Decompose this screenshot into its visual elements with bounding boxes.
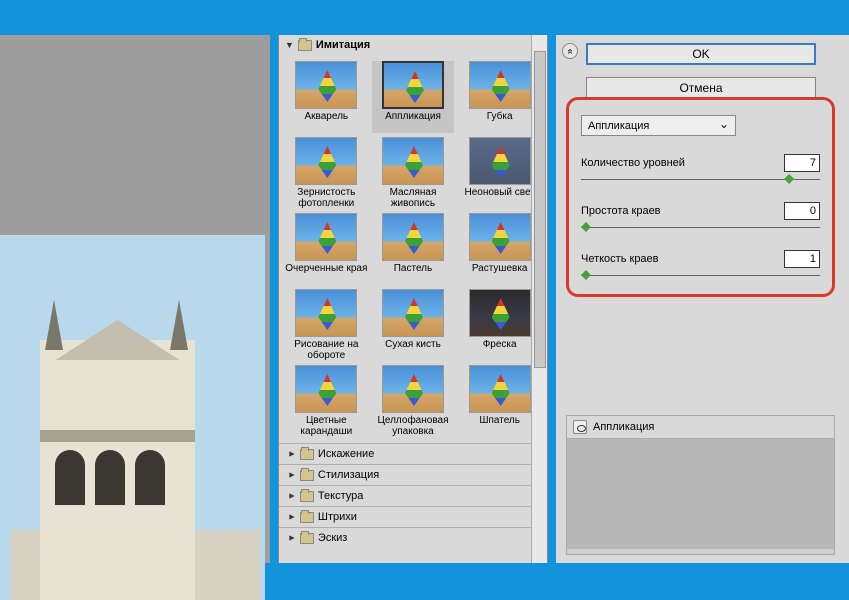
thumb-image [382,365,444,413]
param-slider[interactable] [581,272,820,280]
thumb-image [469,61,531,109]
triangle-right-icon: ▼ [286,534,296,543]
param-slider[interactable] [581,176,820,184]
filter-thumb[interactable]: Шпатель [458,365,541,437]
settings-panel: OK Отмена Аппликация Количество уровней П… [556,35,849,563]
param-input[interactable] [784,154,820,172]
thumb-image [295,137,357,185]
folder-icon [300,533,314,544]
thumb-label: Сухая кисть [372,339,455,361]
category-label: Искажение [318,448,374,460]
folder-icon [298,40,312,51]
thumb-label: Аппликация [372,111,455,133]
thumb-image [382,213,444,261]
category-header-open[interactable]: ▼ Имитация [279,35,547,55]
params-highlight-box: Аппликация Количество уровней Простота кр… [566,97,835,297]
category-row[interactable]: ▼ Искажение [279,443,547,464]
category-row[interactable]: ▼ Эскиз [279,527,547,548]
filter-thumb[interactable]: Рисование на обороте [285,289,368,361]
dropdown-value: Аппликация [588,120,649,132]
thumb-image [382,61,444,109]
folder-icon [300,491,314,502]
thumb-label: Акварель [285,111,368,133]
triangle-right-icon: ▼ [286,450,296,459]
filter-gallery-panel: ▼ Имитация АкварельАппликацияГубка Зернис… [278,35,548,563]
filter-dropdown[interactable]: Аппликация [581,115,736,136]
filter-thumb[interactable]: Масляная живопись [372,137,455,209]
category-label: Стилизация [318,469,379,481]
thumb-image [382,137,444,185]
thumb-label: Целлофановая упаковка [372,415,455,437]
category-row[interactable]: ▼ Штрихи [279,506,547,527]
category-label: Эскиз [318,532,347,544]
param-row: Простота краев [581,202,820,220]
category-label: Штрихи [318,511,357,523]
cancel-button[interactable]: Отмена [586,77,816,99]
thumb-label: Очерченные края [285,263,368,285]
thumb-image [469,365,531,413]
category-label: Текстура [318,490,363,502]
filter-thumb[interactable]: Сухая кисть [372,289,455,361]
filter-thumb[interactable]: Целлофановая упаковка [372,365,455,437]
filter-thumb[interactable]: Губка [458,61,541,133]
category-row[interactable]: ▼ Текстура [279,485,547,506]
folder-icon [300,470,314,481]
workspace-bg [0,35,270,563]
thumb-label: Рисование на обороте [285,339,368,361]
triangle-right-icon: ▼ [286,471,296,480]
scrollbar[interactable] [531,35,547,563]
thumb-label: Шпатель [458,415,541,437]
thumb-image [469,137,531,185]
param-row: Четкость краев [581,250,820,268]
param-label: Количество уровней [581,157,685,169]
thumb-image [295,289,357,337]
thumb-image [469,213,531,261]
effect-name: Аппликация [593,421,654,433]
thumb-label: Губка [458,111,541,133]
thumb-label: Зернистость фотопленки [285,187,368,209]
preview-canvas [0,235,265,600]
triangle-right-icon: ▼ [286,492,296,501]
triangle-down-icon: ▼ [285,40,294,50]
thumb-image [469,289,531,337]
param-row: Количество уровней [581,154,820,172]
thumb-label: Неоновый свет [458,187,541,209]
filter-thumb[interactable]: Растушевка [458,213,541,285]
thumb-label: Пастель [372,263,455,285]
filter-thumb[interactable]: Аппликация [372,61,455,133]
param-input[interactable] [784,202,820,220]
thumb-label: Растушевка [458,263,541,285]
thumb-image [382,289,444,337]
filter-thumb[interactable]: Пастель [372,213,455,285]
filter-thumb[interactable]: Зернистость фотопленки [285,137,368,209]
folder-icon [300,449,314,460]
filter-thumb[interactable]: Очерченные края [285,213,368,285]
filter-thumb[interactable]: Цветные карандаши [285,365,368,437]
category-row[interactable]: ▼ Стилизация [279,464,547,485]
thumb-label: Цветные карандаши [285,415,368,437]
param-label: Простота краев [581,205,661,217]
thumb-image [295,365,357,413]
visibility-icon[interactable] [573,420,587,434]
ok-button[interactable]: OK [586,43,816,65]
category-label: Имитация [316,39,370,51]
thumb-label: Масляная живопись [372,187,455,209]
param-label: Четкость краев [581,253,659,265]
effects-list: Аппликация [566,415,835,555]
collapse-button[interactable] [562,43,578,59]
filter-thumb[interactable]: Неоновый свет [458,137,541,209]
thumb-image [295,61,357,109]
folder-icon [300,512,314,523]
thumb-image [295,213,357,261]
triangle-right-icon: ▼ [286,513,296,522]
thumb-label: Фреска [458,339,541,361]
filter-thumb[interactable]: Акварель [285,61,368,133]
filter-thumb[interactable]: Фреска [458,289,541,361]
effect-layer-row[interactable]: Аппликация [567,416,834,439]
param-slider[interactable] [581,224,820,232]
param-input[interactable] [784,250,820,268]
